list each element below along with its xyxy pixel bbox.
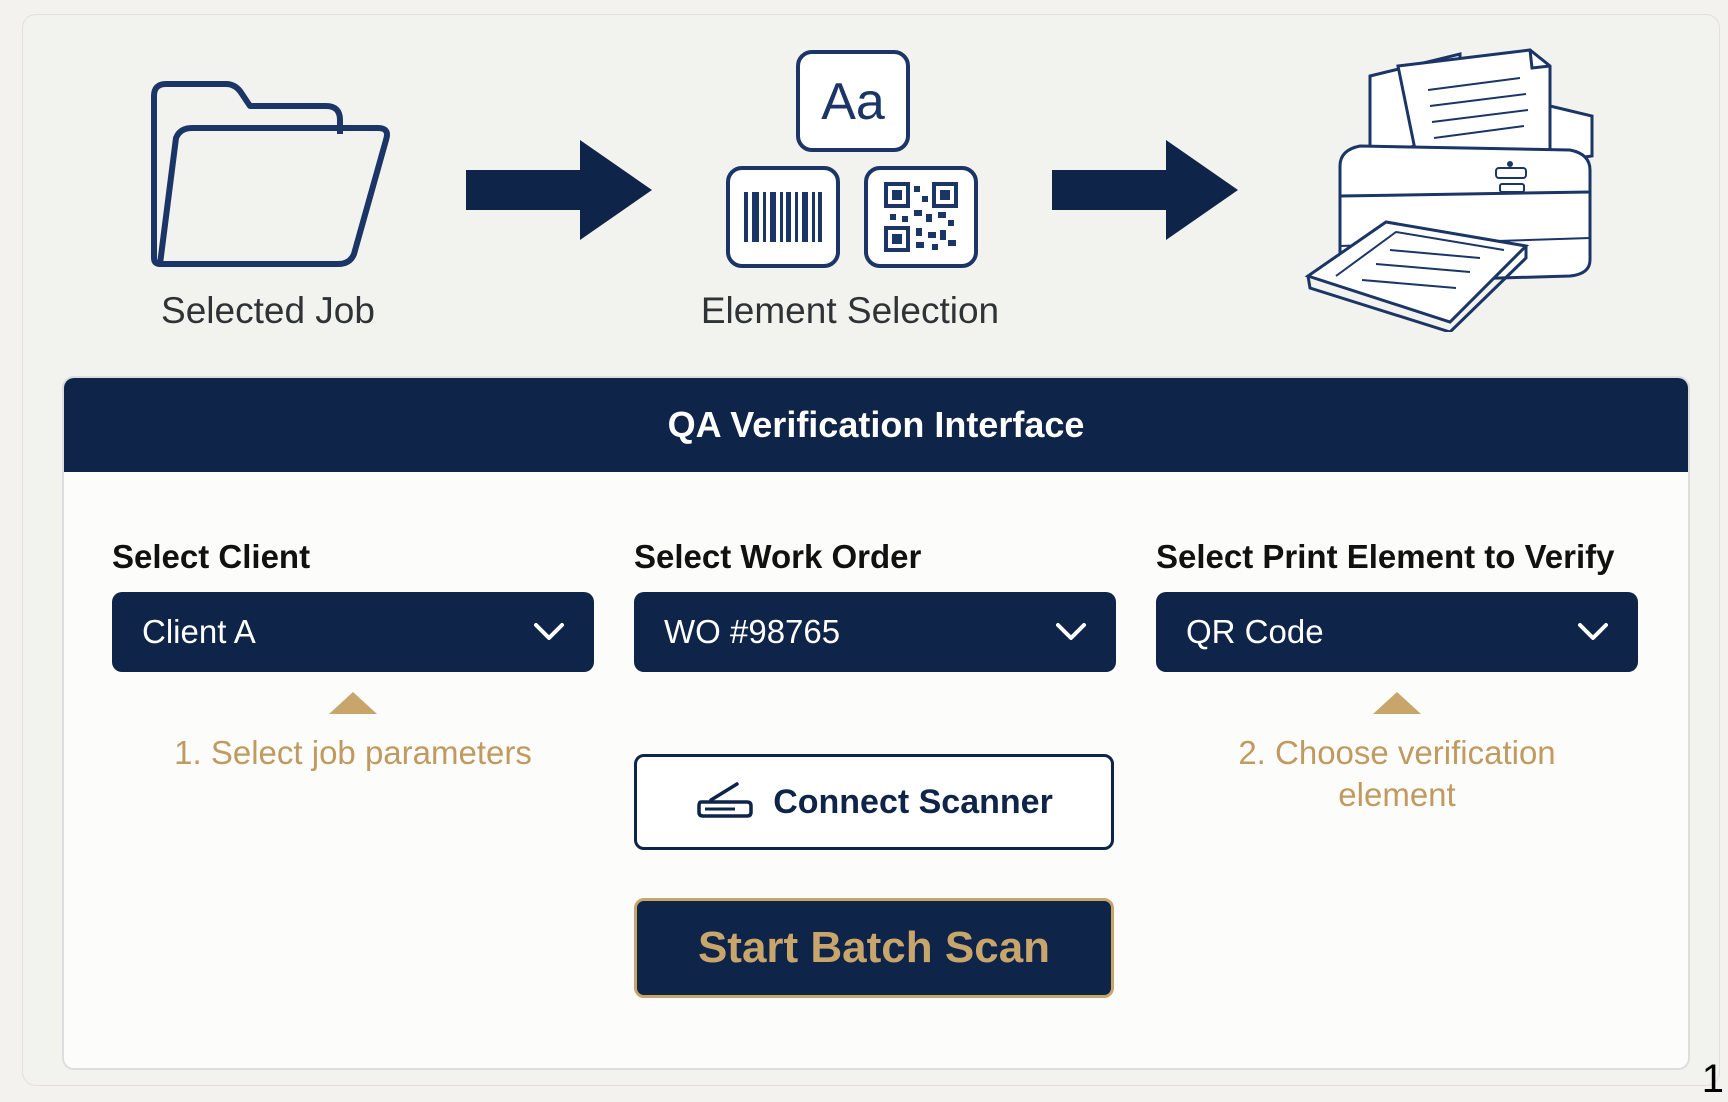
connect-scanner-label: Connect Scanner (773, 782, 1053, 821)
chevron-down-icon (534, 623, 564, 641)
step-label-element-selection: Element Selection (700, 290, 1000, 331)
hint-arrow-up-icon (329, 692, 377, 714)
select-work-order-dropdown[interactable]: WO #98765 (634, 592, 1116, 672)
chevron-down-icon (1578, 623, 1608, 641)
select-print-element-value: QR Code (1186, 613, 1324, 650)
folder-icon (146, 76, 396, 277)
element-selection-badge: Aa (821, 73, 885, 131)
select-work-order-label: Select Work Order (634, 538, 922, 575)
start-batch-scan-label: Start Batch Scan (697, 923, 1051, 972)
arrow-right-icon (1052, 140, 1238, 245)
scanner-printer-icon (1300, 46, 1610, 337)
chevron-down-icon (1056, 623, 1086, 641)
step-label-selected-job: Selected Job (161, 290, 375, 331)
panel-title: QA Verification Interface (667, 404, 1085, 445)
workflow-diagram: Selected Job Aa Element Selection (0, 0, 1728, 360)
qa-verification-panel: QA Verification Interface Select Client … (62, 376, 1690, 1070)
select-print-element-dropdown[interactable]: QR Code (1156, 592, 1638, 672)
arrow-right-icon (466, 140, 652, 245)
select-print-element-label: Select Print Element to Verify (1156, 538, 1615, 575)
connect-scanner-button[interactable]: Connect Scanner (634, 754, 1114, 850)
select-work-order-value: WO #98765 (664, 613, 841, 650)
hint-choose-verification-element: 2. Choose verification element (1238, 734, 1556, 813)
select-client-value: Client A (142, 613, 256, 650)
select-client-dropdown[interactable]: Client A (112, 592, 594, 672)
hint-arrow-up-icon (1373, 692, 1421, 714)
start-batch-scan-button[interactable]: Start Batch Scan (634, 898, 1114, 998)
panel-header: QA Verification Interface (64, 378, 1688, 472)
scanner-icon (695, 780, 755, 825)
page-number: 1 (1701, 1057, 1724, 1101)
hint-select-job-parameters: 1. Select job parameters (174, 734, 532, 771)
select-client-label: Select Client (112, 538, 311, 575)
